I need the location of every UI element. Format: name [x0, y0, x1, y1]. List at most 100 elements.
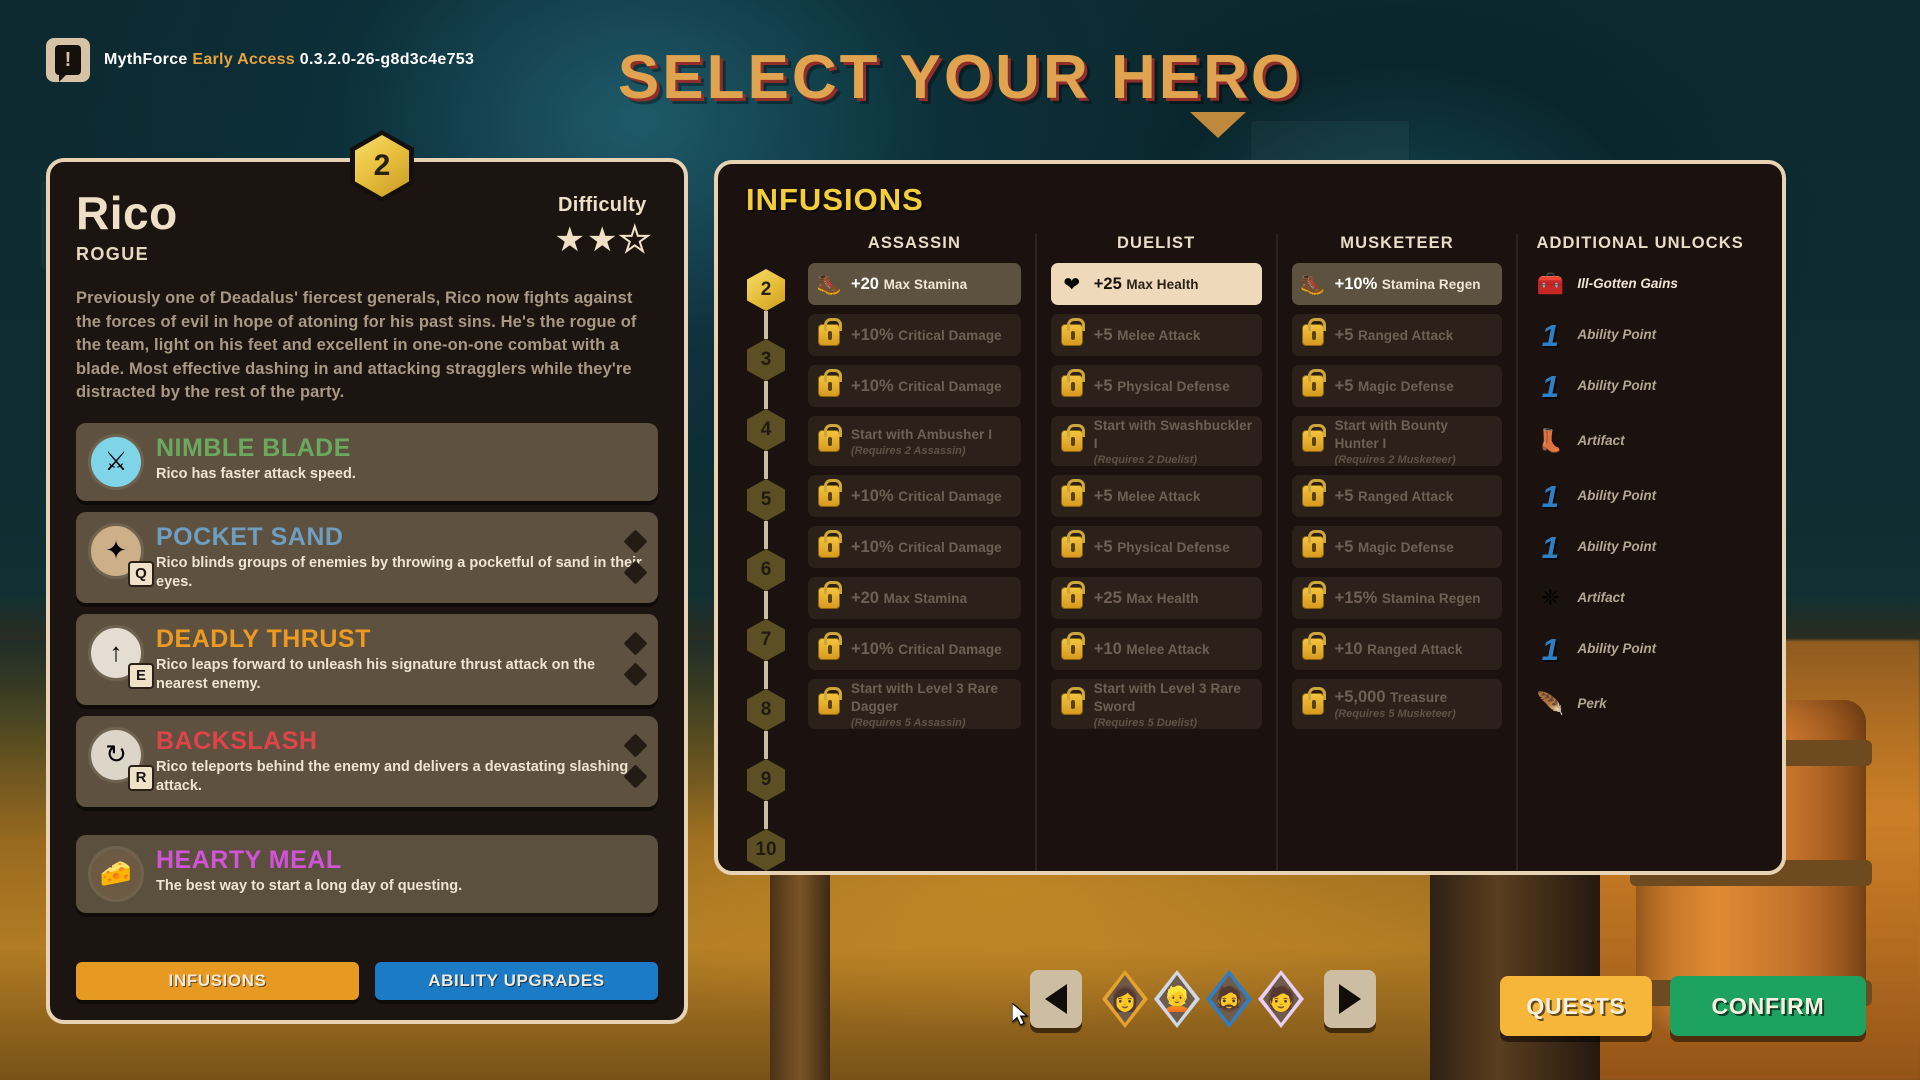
next-hero-button[interactable] [1324, 970, 1376, 1028]
ability-card[interactable]: ⚔ NIMBLE BLADE Rico has faster attack spee… [76, 422, 658, 501]
ability-card[interactable]: ↻ R BACKSLASH Rico teleports behind the ene… [76, 715, 658, 807]
infusion-cell[interactable]: 🥾 +10% Stamina Regen [1291, 263, 1503, 305]
upgrade-slot-icon[interactable] [623, 631, 648, 656]
dagger-slash-icon: ⚔ [88, 433, 144, 490]
lock-icon [1059, 632, 1085, 662]
infusion-cell[interactable]: +10% Critical Damage [808, 365, 1021, 407]
difficulty-label: Difficulty [557, 194, 647, 216]
infusion-requirement: (Requires 2 Musketeer) [1334, 453, 1456, 466]
ability-name: HEARTY MEAL [156, 845, 342, 874]
hero-panel-tabs: INFUSIONS ABILITY UPGRADES [76, 962, 658, 1000]
infusion-label: Max Stamina [883, 276, 968, 292]
infusion-text: +5 Ranged Attack [1335, 326, 1454, 345]
infusion-cell[interactable]: ❤ +25 Max Health [1050, 263, 1262, 305]
lock-icon [1300, 369, 1326, 399]
infusion-text: +10% Stamina Regen [1335, 275, 1481, 294]
unlock-row: 1 Ability Point [1534, 365, 1762, 407]
infusion-cell[interactable]: +5 Melee Attack [1050, 314, 1262, 356]
portrait-face: 🧑 [1263, 975, 1299, 1023]
upgrade-slot-icon[interactable] [623, 764, 648, 789]
prev-hero-button[interactable] [1030, 970, 1082, 1028]
infusion-cell[interactable]: 🥾 +20 Max Stamina [808, 263, 1021, 305]
level-node: 9 [747, 759, 785, 801]
infusion-amount: +5 [1093, 486, 1118, 505]
ability-list: ⚔ NIMBLE BLADE Rico has faster attack spee… [76, 422, 658, 913]
ability-keybind: R [128, 764, 154, 791]
infusion-label: Start with Level 3 Rare Dagger [851, 680, 999, 714]
level-node: 8 [747, 689, 785, 731]
cheese-meal-icon: 🧀 [88, 845, 144, 902]
hero-portrait-hero-3[interactable]: 🧔 [1206, 970, 1252, 1028]
build-number: 0.3.2.0-26-g8d3c4e753 [299, 51, 475, 68]
ability-text: NIMBLE BLADE Rico has faster attack speed… [156, 434, 644, 484]
infusion-requirement: (Requires 5 Assassin) [851, 716, 966, 729]
infusion-amount: +10% [851, 325, 899, 344]
infusion-text: +25 Max Health [1094, 275, 1199, 294]
infusion-cell[interactable]: Start with Ambusher I (Requires 2 Assassi… [808, 416, 1021, 466]
hero-portrait-hero-2[interactable]: 👱 [1154, 970, 1200, 1028]
infusion-cell[interactable]: +25 Max Health [1050, 577, 1262, 619]
ability-card[interactable]: ↑ E DEADLY THRUST Rico leaps forward to unl… [76, 613, 658, 705]
infusion-cell[interactable]: +5 Physical Defense [1050, 526, 1262, 568]
infusion-cell[interactable]: Start with Level 3 Rare Dagger (Requires … [808, 679, 1021, 729]
infusion-cell[interactable]: +10% Critical Damage [808, 526, 1021, 568]
infusion-text: +5 Magic Defense [1335, 538, 1454, 557]
hero-portrait-hero-1[interactable]: 👩 [1102, 970, 1148, 1028]
upgrade-slot-icon[interactable] [623, 529, 648, 554]
infusion-label: Start with Swashbuckler I [1093, 417, 1253, 451]
infusions-tab-button[interactable]: INFUSIONS [76, 962, 359, 1000]
ability-upgrades-tab-button[interactable]: ABILITY UPGRADES [375, 962, 658, 1000]
confirm-button[interactable]: CONFIRM [1670, 976, 1866, 1036]
upgrade-slot-icon[interactable] [623, 560, 648, 585]
infusion-cell[interactable]: +5 Melee Attack [1050, 475, 1262, 517]
ability-upgrade-slots[interactable] [623, 733, 648, 789]
infusion-cell[interactable]: +10% Critical Damage [808, 475, 1021, 517]
ability-upgrade-slots[interactable] [623, 631, 648, 687]
unlock-row: 1 Ability Point [1534, 526, 1762, 568]
infusion-cell[interactable]: +10 Melee Attack [1050, 628, 1262, 670]
unlock-label: Ability Point [1577, 327, 1657, 343]
infusion-cell[interactable]: +5 Physical Defense [1050, 365, 1262, 407]
infusion-cell[interactable]: Start with Swashbuckler I (Requires 2 Due… [1050, 416, 1262, 466]
portrait-face: 👩 [1107, 975, 1143, 1023]
infusion-cell[interactable]: +15% Stamina Regen [1291, 577, 1503, 619]
infusion-text: Start with Level 3 Rare Dagger (Requires … [851, 680, 1013, 729]
ability-card[interactable]: ✦ Q POCKET SAND Rico blinds groups of enemi… [76, 511, 658, 603]
infusion-cell[interactable]: +5 Magic Defense [1291, 526, 1503, 568]
ability-point-icon: 1 [1534, 370, 1566, 402]
infusion-cell[interactable]: +5 Ranged Attack [1291, 314, 1503, 356]
difficulty-stars: ★ ★ ★ [555, 222, 651, 258]
infusion-label: Melee Attack [1117, 488, 1201, 504]
hero-portrait-hero-4-rico[interactable]: 🧑 [1258, 970, 1304, 1028]
infusion-cell[interactable]: +5,000 Treasure (Requires 5 Musketeer) [1291, 679, 1503, 729]
infusion-cell[interactable]: +10% Critical Damage [808, 314, 1021, 356]
perk-card[interactable]: 🧀 HEARTY MEAL The best way to start a long… [76, 834, 658, 913]
infusion-cell[interactable]: +5 Ranged Attack [1291, 475, 1503, 517]
infusion-label: Max Stamina [883, 590, 968, 606]
infusion-text: Start with Ambusher I (Requires 2 Assassi… [851, 426, 992, 457]
infusion-text: +5 Physical Defense [1094, 377, 1230, 396]
column-musketeer: 🥾 +10% Stamina Regen +5 Ranged Attack +5 Ma… [1275, 263, 1517, 871]
unlock-count: 1 [1541, 529, 1559, 565]
lock-icon [816, 581, 842, 611]
hero-level-badge: 2 [350, 130, 414, 202]
upgrade-slot-icon[interactable] [623, 662, 648, 687]
level-track: 2 3 4 5 6 7 8 9 10 [738, 263, 794, 871]
level-node: 4 [747, 409, 785, 451]
infusion-requirement: (Requires 2 Assassin) [851, 444, 966, 457]
ability-upgrade-slots[interactable] [623, 529, 648, 585]
infusion-text: +10% Critical Damage [851, 538, 1002, 557]
version-text: MythForce Early Access 0.3.2.0-26-g8d3c4… [104, 51, 474, 69]
infusion-cell[interactable]: Start with Level 3 Rare Sword (Requires 5… [1050, 679, 1262, 729]
upgrade-slot-icon[interactable] [623, 733, 648, 758]
infusion-text: Start with Swashbuckler I (Requires 2 Due… [1094, 417, 1254, 466]
quests-button[interactable]: QUESTS [1500, 976, 1652, 1036]
lock-icon [1300, 530, 1326, 560]
col-head-duelist: DUELIST [1034, 234, 1276, 263]
infusion-cell[interactable]: +10 Ranged Attack [1291, 628, 1503, 670]
infusion-cell[interactable]: +10% Critical Damage [808, 628, 1021, 670]
level-node: 2 [747, 269, 785, 311]
infusion-cell[interactable]: Start with Bounty Hunter I (Requires 2 Mu… [1291, 416, 1503, 466]
infusion-cell[interactable]: +5 Magic Defense [1291, 365, 1503, 407]
infusion-cell[interactable]: +20 Max Stamina [808, 577, 1021, 619]
